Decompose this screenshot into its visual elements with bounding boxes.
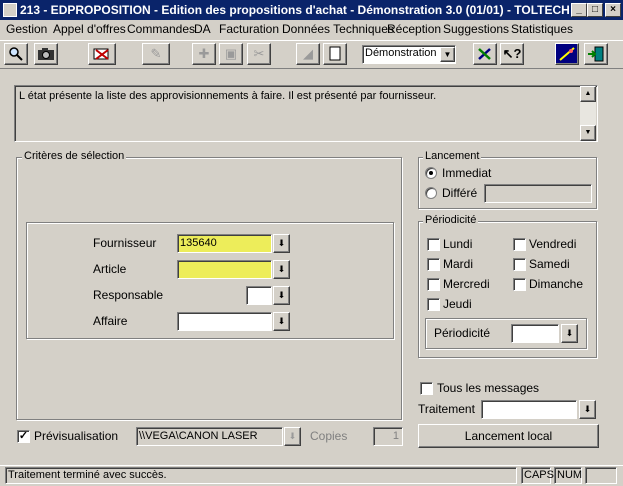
- description-box: L état présente la liste des approvision…: [14, 85, 598, 142]
- responsable-input[interactable]: [246, 286, 272, 305]
- menu-gestion[interactable]: Gestion: [6, 22, 47, 36]
- menu-reception[interactable]: Réception: [387, 22, 441, 36]
- traitement-input[interactable]: [481, 400, 577, 419]
- differe-radio[interactable]: [425, 187, 437, 199]
- responsable-lookup-icon[interactable]: ⬇: [273, 286, 290, 305]
- camera-icon[interactable]: [34, 43, 58, 65]
- menu-suggestions[interactable]: Suggestions: [443, 22, 509, 36]
- mardi-label: Mardi: [443, 257, 474, 271]
- selection-group-title: Critères de sélection: [22, 150, 127, 162]
- periodicite-group-title: Périodicité: [423, 214, 479, 226]
- exit-icon[interactable]: [584, 43, 608, 65]
- dimanche-label: Dimanche: [529, 277, 584, 291]
- jeudi-label: Jeudi: [443, 297, 472, 311]
- window-title: 213 - EDPROPOSITION - Edition des propos…: [20, 3, 570, 17]
- title-bar[interactable]: 213 - EDPROPOSITION - Edition des propos…: [0, 0, 623, 20]
- maximize-button[interactable]: □: [587, 3, 603, 17]
- article-input[interactable]: [177, 260, 272, 279]
- description-scrollbar[interactable]: ▲ ▼: [580, 86, 596, 141]
- menu-da[interactable]: DA: [194, 22, 211, 36]
- minimize-button[interactable]: _: [571, 3, 587, 17]
- printer-field: \\VEGA\CANON LASER: [136, 427, 283, 446]
- menu-statistiques[interactable]: Statistiques: [511, 22, 573, 36]
- periodicite-lookup-icon[interactable]: ⬇: [561, 324, 578, 343]
- company-select[interactable]: Démonstration 3. ▼: [362, 45, 456, 64]
- save-icon[interactable]: ▣: [219, 43, 243, 65]
- lundi-checkbox[interactable]: [427, 238, 440, 251]
- differe-date-input[interactable]: [484, 184, 592, 203]
- add-icon[interactable]: ✚: [192, 43, 216, 65]
- affaire-label: Affaire: [93, 314, 128, 328]
- dimanche-checkbox[interactable]: [513, 278, 526, 291]
- launch-icon[interactable]: [555, 43, 579, 65]
- article-label: Article: [93, 262, 127, 276]
- periodicite-combo-input[interactable]: [511, 324, 559, 343]
- chevron-down-icon[interactable]: ▼: [440, 47, 455, 62]
- preview-icon[interactable]: [4, 43, 28, 65]
- fournisseur-lookup-icon[interactable]: ⬇: [273, 234, 290, 253]
- lancement-group-title: Lancement: [423, 150, 482, 162]
- previsualisation-checkbox[interactable]: ✓: [17, 430, 30, 443]
- company-select-value: Démonstration 3.: [365, 47, 449, 59]
- new-page-icon[interactable]: [323, 43, 347, 65]
- fournisseur-label: Fournisseur: [93, 236, 157, 250]
- tools-icon[interactable]: [473, 43, 497, 65]
- samedi-label: Samedi: [529, 257, 570, 271]
- mardi-checkbox[interactable]: [427, 258, 440, 271]
- responsable-label: Responsable: [93, 288, 164, 302]
- traitement-label: Traitement: [418, 402, 475, 416]
- caps-indicator: CAPS: [521, 467, 554, 484]
- vendredi-label: Vendredi: [529, 237, 577, 251]
- copies-input[interactable]: 1: [373, 427, 403, 446]
- tous-messages-checkbox[interactable]: [420, 382, 433, 395]
- jeudi-checkbox[interactable]: [427, 298, 440, 311]
- mercredi-checkbox[interactable]: [427, 278, 440, 291]
- previsualisation-label: Prévisualisation: [34, 429, 119, 443]
- menu-appel-offres[interactable]: Appel d'offres: [53, 22, 126, 36]
- close-document-icon[interactable]: [88, 43, 116, 65]
- app-icon[interactable]: [3, 3, 17, 17]
- mercredi-label: Mercredi: [443, 277, 490, 291]
- menu-bar: Gestion Appel d'offres Commandes DA Fact…: [0, 20, 623, 39]
- printer-select-icon[interactable]: ⬇: [284, 427, 301, 446]
- cut-icon[interactable]: ✂: [247, 43, 271, 65]
- periodicite-combo-label: Périodicité: [434, 326, 491, 340]
- menu-facturation[interactable]: Facturation: [219, 22, 279, 36]
- status-empty-cell: [585, 467, 617, 484]
- differe-label: Différé: [442, 186, 478, 200]
- status-message: Traitement terminé avec succès.: [5, 467, 517, 484]
- traitement-lookup-icon[interactable]: ⬇: [579, 400, 596, 419]
- help-icon[interactable]: ↖?: [500, 43, 524, 65]
- scroll-down-icon[interactable]: ▼: [580, 125, 596, 141]
- description-text: L état présente la liste des approvision…: [19, 90, 437, 102]
- menu-commandes[interactable]: Commandes: [127, 22, 195, 36]
- copies-label: Copies: [310, 429, 348, 443]
- pen-icon[interactable]: ✎: [142, 43, 170, 65]
- vendredi-checkbox[interactable]: [513, 238, 526, 251]
- num-indicator: NUM: [554, 467, 582, 484]
- article-lookup-icon[interactable]: ⬇: [273, 260, 290, 279]
- close-button[interactable]: ×: [605, 3, 621, 17]
- lancement-local-label: Lancement local: [464, 429, 553, 443]
- edit-icon[interactable]: ◢: [296, 43, 320, 65]
- immediat-radio[interactable]: [425, 167, 437, 179]
- tous-messages-label: Tous les messages: [437, 381, 540, 395]
- scroll-up-icon[interactable]: ▲: [580, 86, 596, 102]
- affaire-input[interactable]: [177, 312, 272, 331]
- samedi-checkbox[interactable]: [513, 258, 526, 271]
- lundi-label: Lundi: [443, 237, 473, 251]
- affaire-lookup-icon[interactable]: ⬇: [273, 312, 290, 331]
- menu-donnees-techniques[interactable]: Données Techniques: [282, 22, 394, 36]
- immediat-label: Immediat: [442, 166, 492, 180]
- lancement-local-button[interactable]: Lancement local: [418, 424, 599, 448]
- fournisseur-input[interactable]: 135640: [177, 234, 272, 253]
